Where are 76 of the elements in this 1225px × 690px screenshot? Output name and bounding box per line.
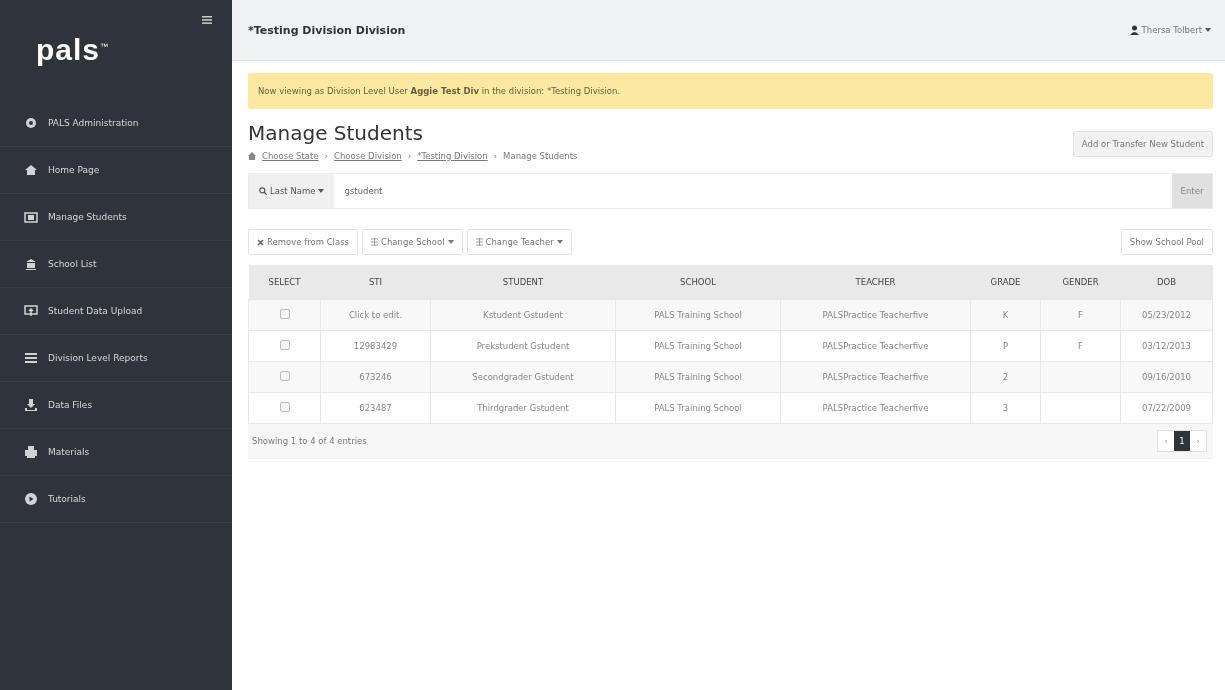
- toolbar-button[interactable]: Change Teacher: [466, 229, 572, 255]
- close-icon: [257, 238, 264, 246]
- logo: pals$^{™}$: [36, 33, 110, 67]
- caret-icon: [556, 240, 563, 244]
- table-cell: 3: [1002, 403, 1009, 413]
- entries-info: Showing 1 to 4 of 4 entries: [252, 436, 367, 446]
- table-cell: PALSPractice Teacherfive: [822, 341, 929, 351]
- column-header[interactable]: GRADE: [970, 265, 1041, 300]
- column-header[interactable]: STI: [320, 265, 431, 300]
- search-field[interactable]: Last Name gstudent Enter: [248, 173, 1213, 209]
- page-header-title: *Testing Division Division: [248, 23, 406, 37]
- breadcrumb-separator: ›: [493, 151, 498, 161]
- table-cell: Thirdgrader Gstudent: [477, 403, 569, 413]
- row-checkbox[interactable]: [279, 340, 290, 350]
- table-cell: 623487: [359, 403, 392, 413]
- user-icon: [1129, 25, 1139, 35]
- row-checkbox[interactable]: [279, 402, 290, 412]
- table-cell: F: [1078, 310, 1083, 320]
- house-icon: [24, 163, 38, 177]
- table-cell: Kstudent Gstudent: [483, 310, 563, 320]
- table-cell: 03/12/2013: [1142, 341, 1191, 351]
- list-icon: [24, 351, 38, 365]
- breadcrumb-current: Manage Students: [503, 151, 578, 161]
- show-pool-button[interactable]: Show School Pool: [1120, 229, 1213, 255]
- table-cell: Secondgrader Gstudent: [472, 372, 574, 382]
- table-cell: 12983429: [353, 341, 398, 351]
- table-cell: F: [1078, 341, 1083, 351]
- table-cell: PALSPractice Teacherfive: [822, 310, 929, 320]
- column-header[interactable]: DOB: [1120, 265, 1213, 300]
- table-cell: P: [1002, 341, 1009, 351]
- download-icon: [24, 398, 38, 412]
- column-header[interactable]: SCHOOL: [615, 265, 781, 300]
- caret-icon: [1205, 28, 1211, 32]
- breadcrumb-separator: ›: [324, 151, 328, 161]
- play-icon: [24, 492, 38, 506]
- column-header[interactable]: TEACHER: [780, 265, 971, 300]
- toolbar-button[interactable]: Change School: [362, 229, 463, 255]
- toolbar-button[interactable]: Remove from Class: [248, 229, 359, 255]
- table-cell: Click to edit.: [348, 310, 403, 320]
- house-icon: [248, 152, 256, 160]
- table-cell: PALS Training School: [654, 310, 742, 320]
- table-cell: Prekstudent Gstudent: [476, 341, 570, 351]
- column-header[interactable]: STUDENT: [430, 265, 616, 300]
- search-icon: [259, 187, 267, 195]
- filter-dropdown[interactable]: Last Name: [249, 174, 335, 208]
- breadcrumb-link[interactable]: Choose State: [262, 151, 319, 161]
- column-header[interactable]: SELECT: [248, 265, 321, 300]
- row-checkbox[interactable]: [279, 371, 290, 381]
- table-cell: PALSPractice Teacherfive: [822, 372, 929, 382]
- add-student-button[interactable]: Add or Transfer New Student: [1072, 131, 1213, 157]
- table-cell: 2: [1002, 372, 1009, 382]
- table-cell: 09/16/2010: [1142, 372, 1191, 382]
- id-card-icon: [24, 210, 38, 224]
- upload-icon: [24, 304, 38, 318]
- column-header[interactable]: GENDER: [1040, 265, 1121, 300]
- table-cell: K: [1002, 310, 1009, 320]
- table-cell: PALS Training School: [654, 341, 742, 351]
- table-cell: 05/23/2012: [1142, 310, 1191, 320]
- notice-banner: Now viewing as Division Level User Aggie Test Div in the division: *Testing Division.: [248, 73, 1213, 109]
- table-cell: 07/22/2009: [1142, 403, 1191, 413]
- gear-icon: [24, 116, 38, 130]
- bank-icon: [24, 257, 38, 271]
- table-cell: 673246: [359, 372, 392, 382]
- menu-icon[interactable]: [202, 16, 212, 24]
- breadcrumb-link[interactable]: Choose Division: [334, 151, 402, 161]
- page-title: Manage Students: [248, 121, 424, 145]
- table-cell: PALSPractice Teacherfive: [822, 403, 929, 413]
- table-cell: PALS Training School: [654, 403, 742, 413]
- row-checkbox[interactable]: [279, 309, 290, 319]
- pagination-button[interactable]: 1: [1174, 431, 1190, 451]
- table-cell: PALS Training School: [654, 372, 742, 382]
- caret-icon: [318, 189, 325, 193]
- caret-icon: [447, 240, 454, 244]
- breadcrumb-link[interactable]: *Testing Division: [417, 151, 488, 161]
- breadcrumb-separator: ›: [407, 151, 412, 161]
- user-menu[interactable]: Thersa Tolbert: [1129, 25, 1211, 35]
